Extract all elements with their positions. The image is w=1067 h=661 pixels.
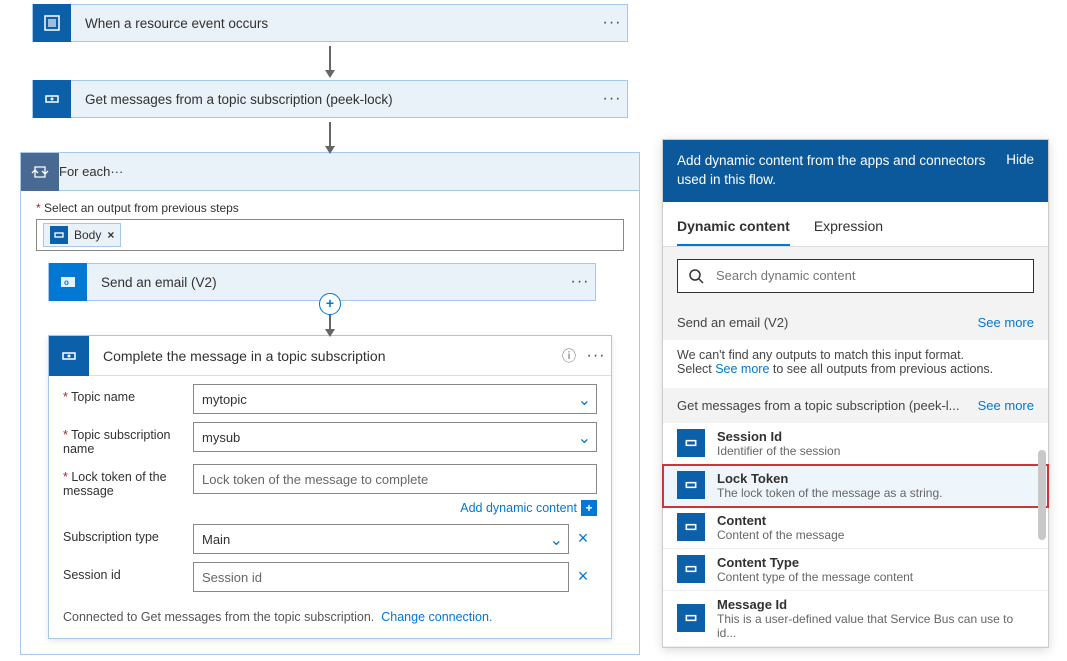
item-message-id[interactable]: Message IdThis is a user-defined value t… xyxy=(663,591,1048,647)
foreach-more[interactable]: ··· xyxy=(110,164,123,179)
see-more-2[interactable]: See more xyxy=(978,398,1034,413)
getmsg-more[interactable]: ··· xyxy=(597,90,627,108)
item-session-id[interactable]: Session IdIdentifier of the session xyxy=(663,423,1048,465)
info-icon[interactable]: ⓘ xyxy=(557,346,581,366)
event-grid-icon xyxy=(33,4,71,42)
trigger-more[interactable]: ··· xyxy=(597,14,627,32)
body-chip[interactable]: Body × xyxy=(43,223,121,247)
section-getmsg: Get messages from a topic subscription (… xyxy=(663,388,1048,423)
item-content-type[interactable]: Content TypeContent type of the message … xyxy=(663,549,1048,591)
sub-select[interactable]: mysub ⌄ xyxy=(193,422,597,452)
type-select[interactable]: Main ⌄ xyxy=(193,524,569,554)
change-connection-link[interactable]: Change connection. xyxy=(381,610,492,624)
item-list: Session IdIdentifier of the session Lock… xyxy=(663,423,1048,647)
connection-row: Connected to Get messages from the topic… xyxy=(49,592,611,638)
svg-text:o: o xyxy=(64,278,69,287)
add-dynamic-link-row: Add dynamic content + xyxy=(49,498,611,516)
field-topic: * Topic name mytopic ⌄ xyxy=(49,376,611,414)
see-more-1[interactable]: See more xyxy=(978,315,1034,330)
complete-header[interactable]: Complete the message in a topic subscrip… xyxy=(49,336,611,376)
trigger-title: When a resource event occurs xyxy=(71,16,597,31)
service-bus-icon xyxy=(677,604,705,632)
getmsg-step[interactable]: Get messages from a topic subscription (… xyxy=(32,80,628,118)
field-sub: * Topic subscription name mysub ⌄ xyxy=(49,414,611,456)
field-session: Session id Session id × xyxy=(49,554,611,592)
clear-session[interactable]: × xyxy=(569,562,597,587)
sendmail-title: Send an email (V2) xyxy=(87,275,565,290)
empty-msg: We can't find any outputs to match this … xyxy=(663,340,1048,388)
trigger-step[interactable]: When a resource event occurs ··· xyxy=(32,4,628,42)
add-dynamic-link[interactable]: Add dynamic content xyxy=(460,501,577,515)
service-bus-icon xyxy=(677,429,705,457)
tab-expression[interactable]: Expression xyxy=(814,208,883,246)
service-bus-icon xyxy=(33,80,71,118)
search-icon xyxy=(688,268,704,284)
arrow xyxy=(0,42,660,76)
complete-action: Complete the message in a topic subscrip… xyxy=(48,335,612,639)
section-sendmail: Send an email (V2) See more xyxy=(663,305,1048,340)
tabs: Dynamic content Expression xyxy=(663,202,1048,247)
clear-type[interactable]: × xyxy=(569,524,597,549)
hide-button[interactable]: Hide xyxy=(1006,152,1034,190)
service-bus-icon xyxy=(677,555,705,583)
topic-select[interactable]: mytopic ⌄ xyxy=(193,384,597,414)
sendmail-more[interactable]: ··· xyxy=(565,273,595,291)
service-bus-icon xyxy=(677,471,705,499)
getmsg-title: Get messages from a topic subscription (… xyxy=(71,92,597,107)
outlook-icon: o xyxy=(49,263,87,301)
complete-more[interactable]: ··· xyxy=(581,347,611,365)
foreach-header[interactable]: For each ··· xyxy=(21,153,639,191)
plus-icon: + xyxy=(581,500,597,516)
foreach-label: * Select an output from previous steps xyxy=(36,201,624,215)
field-lock: * Lock token of the message Lock token o… xyxy=(49,456,611,498)
arrow-plus[interactable] xyxy=(36,301,624,335)
lock-input[interactable]: Lock token of the message to complete xyxy=(193,464,597,494)
dynamic-content-panel: Add dynamic content from the apps and co… xyxy=(662,139,1049,648)
foreach-container: For each ··· * Select an output from pre… xyxy=(20,152,640,655)
arrow xyxy=(0,118,660,152)
search-box[interactable] xyxy=(677,259,1034,293)
service-bus-icon xyxy=(50,226,68,244)
chip-remove[interactable]: × xyxy=(107,228,114,242)
panel-header: Add dynamic content from the apps and co… xyxy=(663,140,1048,202)
item-lock-token[interactable]: Lock TokenThe lock token of the message … xyxy=(663,465,1048,507)
foreach-title: For each xyxy=(59,164,110,179)
see-more-inline[interactable]: See more xyxy=(715,362,769,376)
field-type: Subscription type Main ⌄ × xyxy=(49,516,611,554)
foreach-input[interactable]: Body × xyxy=(36,219,624,251)
complete-title: Complete the message in a topic subscrip… xyxy=(89,348,557,364)
scrollbar[interactable] xyxy=(1038,450,1046,540)
service-bus-icon xyxy=(677,513,705,541)
search-input[interactable] xyxy=(714,267,1023,284)
loop-icon xyxy=(21,153,59,191)
session-input[interactable]: Session id xyxy=(193,562,569,592)
service-bus-icon xyxy=(49,336,89,376)
search-row xyxy=(663,247,1048,305)
item-content[interactable]: ContentContent of the message xyxy=(663,507,1048,549)
tab-dynamic-content[interactable]: Dynamic content xyxy=(677,208,790,246)
